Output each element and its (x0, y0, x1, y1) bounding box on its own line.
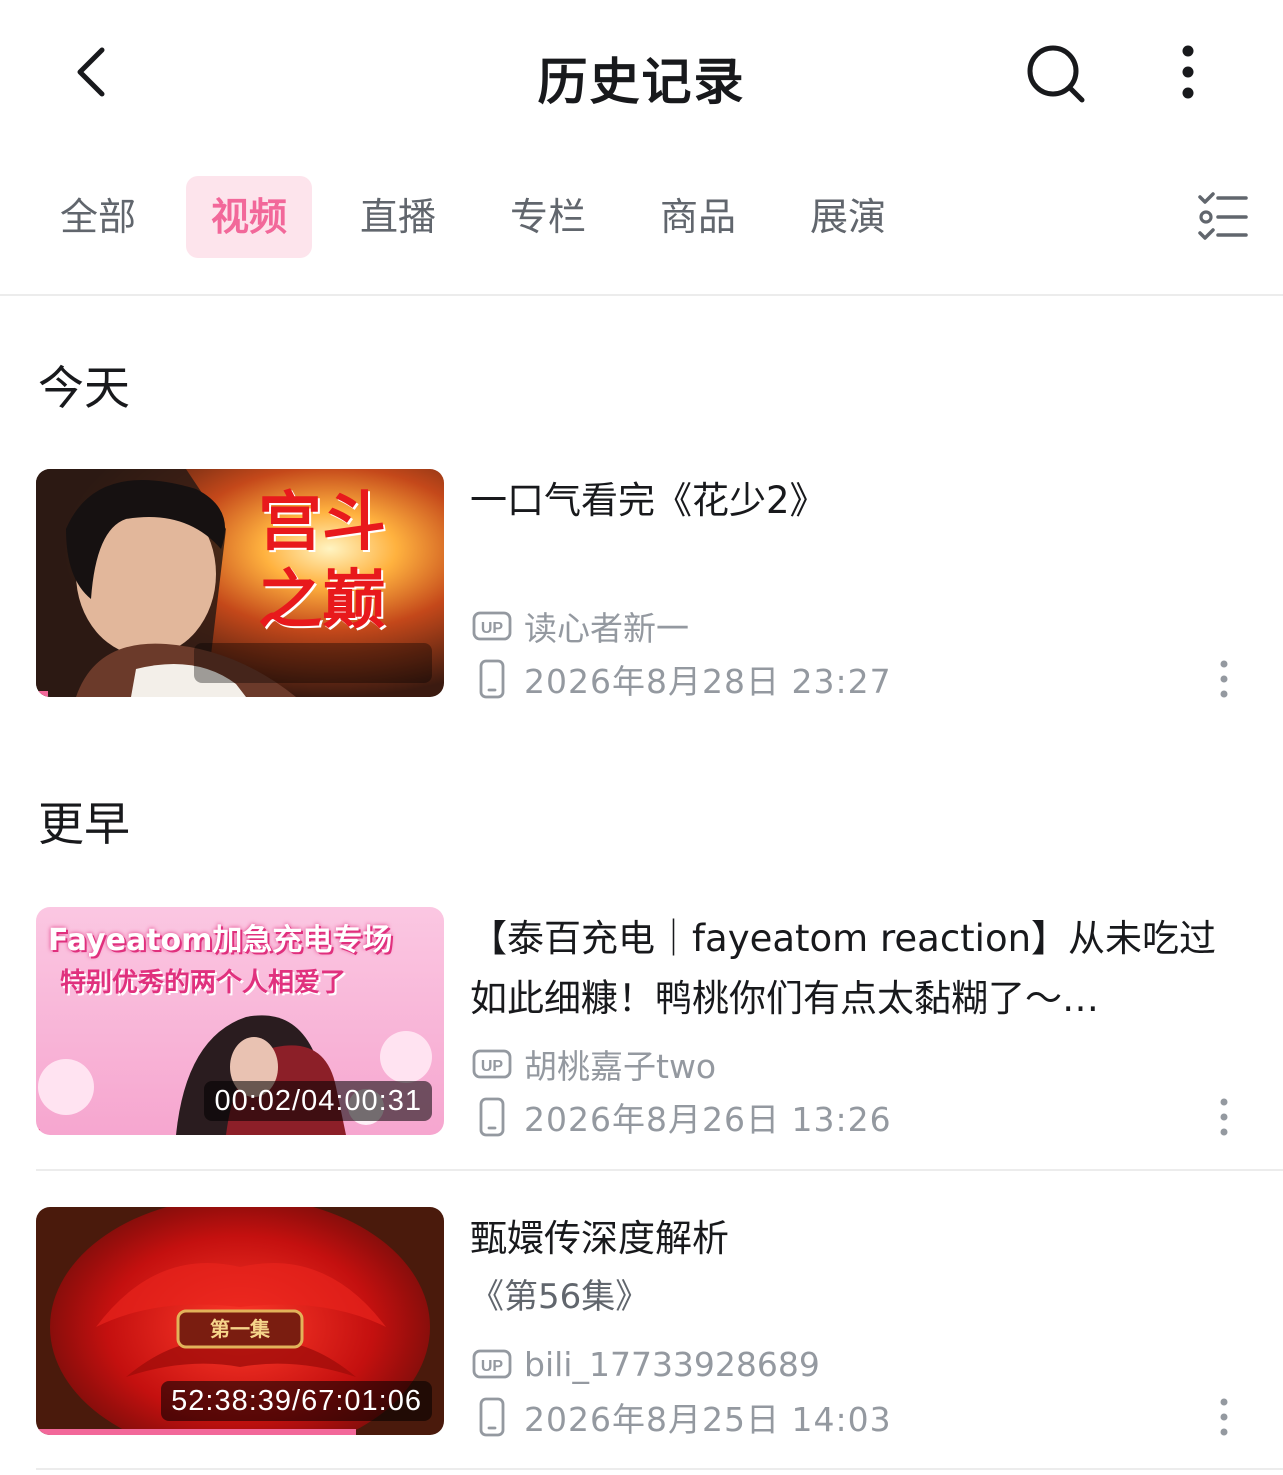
history-item[interactable]: 宫斗 之巅 一口气看完《花少2》 UP 读心者新一 2026年8月28日 23:… (36, 469, 1248, 701)
section-title-earlier: 更早 (38, 797, 130, 851)
more-vertical-icon (1220, 660, 1228, 698)
thumbnail-caption: 宫斗 (258, 485, 386, 560)
video-title: 一口气看完《花少2》 (470, 479, 827, 522)
thumbnail-caption: Fayeatom加急充电专场 (48, 923, 393, 958)
uploader-row[interactable]: UP bili_17733928689 (472, 1344, 820, 1384)
watch-timestamp: 2026年8月25日 14:03 (524, 1400, 892, 1439)
item-more-button[interactable] (1212, 657, 1236, 701)
watch-progress-bar (36, 1429, 356, 1435)
video-subtitle: 《第56集》 (470, 1277, 650, 1317)
watch-time-row: 2026年8月28日 23:27 (472, 659, 892, 701)
watch-progress-bar (36, 691, 48, 697)
svg-text:UP: UP (481, 1358, 504, 1375)
header-divider (0, 294, 1283, 296)
tab-live[interactable]: 直播 (342, 176, 454, 258)
search-button[interactable] (1022, 40, 1088, 106)
watch-time-row: 2026年8月26日 13:26 (472, 1097, 892, 1139)
video-title: 【泰百充电｜fayeatom reaction】从未吃过如此细糠！鸭桃你们有点太… (470, 917, 1217, 1020)
phone-icon (479, 1397, 505, 1437)
duration-badge: 00:02/04:00:31 (204, 1081, 432, 1121)
more-vertical-icon (1220, 1098, 1228, 1136)
phone-icon (479, 659, 505, 699)
category-tabs: 全部 视频 直播 专栏 商品 展演 (0, 172, 1283, 262)
tab-show[interactable]: 展演 (792, 176, 904, 258)
video-thumbnail[interactable]: Fayeatom加急充电专场 特别优秀的两个人相爱了 00:02/04:00:3… (36, 907, 444, 1135)
watch-timestamp: 2026年8月26日 13:26 (524, 1100, 892, 1139)
row-divider (36, 1169, 1283, 1171)
row-divider (36, 1468, 1283, 1470)
more-options-button[interactable] (1170, 40, 1206, 106)
watch-timestamp: 2026年8月28日 23:27 (524, 662, 892, 701)
svg-text:UP: UP (481, 1058, 504, 1075)
watch-progress-bar (36, 1129, 40, 1135)
uploader-row[interactable]: UP 读心者新一 (472, 606, 689, 648)
duration-badge (194, 643, 432, 683)
video-title: 甄嬛传深度解析 (470, 1217, 729, 1260)
video-thumbnail[interactable]: 第一集 52:38:39/67:01:06 (36, 1207, 444, 1435)
item-more-button[interactable] (1212, 1395, 1236, 1439)
item-more-button[interactable] (1212, 1095, 1236, 1139)
page-title: 历史记录 (537, 53, 746, 111)
top-bar: 历史记录 (0, 0, 1283, 150)
up-badge-icon: UP (472, 1349, 512, 1379)
thumbnail-caption: 特别优秀的两个人相爱了 (60, 968, 347, 998)
history-item[interactable]: Fayeatom加急充电专场 特别优秀的两个人相爱了 00:02/04:00:3… (36, 907, 1248, 1139)
search-icon (1027, 45, 1085, 103)
svg-text:UP: UP (481, 620, 504, 637)
section-title-today: 今天 (38, 361, 130, 415)
uploader-name: bili_17733928689 (524, 1344, 820, 1384)
watch-time-row: 2026年8月25日 14:03 (472, 1397, 892, 1439)
thumbnail-caption: 第一集 (210, 1317, 270, 1341)
more-vertical-icon (1220, 1398, 1228, 1436)
more-vertical-icon (1182, 45, 1194, 99)
tab-column[interactable]: 专栏 (492, 176, 604, 258)
duration-badge: 52:38:39/67:01:06 (161, 1381, 432, 1421)
uploader-name: 读心者新一 (524, 609, 689, 648)
up-badge-icon: UP (472, 611, 512, 641)
uploader-row[interactable]: UP 胡桃嘉子two (472, 1044, 716, 1086)
history-item[interactable]: 第一集 52:38:39/67:01:06 甄嬛传深度解析 《第56集》 UP … (36, 1207, 1248, 1439)
checklist-filter-icon (1198, 192, 1248, 240)
uploader-name: 胡桃嘉子two (524, 1047, 717, 1086)
phone-icon (479, 1097, 505, 1137)
tab-video[interactable]: 视频 (186, 176, 312, 258)
video-thumbnail[interactable]: 宫斗 之巅 (36, 469, 444, 697)
thumbnail-caption: 之巅 (258, 563, 386, 638)
up-badge-icon: UP (472, 1049, 512, 1079)
filter-button[interactable] (1196, 192, 1250, 242)
tab-goods[interactable]: 商品 (642, 176, 754, 258)
tab-all[interactable]: 全部 (42, 176, 154, 258)
